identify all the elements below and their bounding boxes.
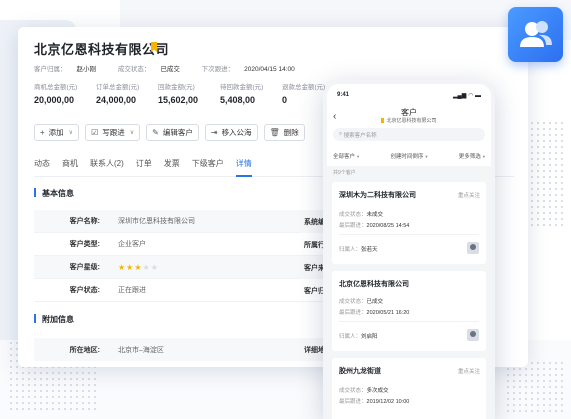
tab-invoices[interactable]: 发票 — [164, 155, 180, 177]
amount-payment: 回款金额(元) 15,602,00 — [158, 84, 199, 105]
table-row: 客户类型: 企业客户 — [34, 233, 324, 256]
list-item[interactable]: 深圳木为二科技有限公司 重点关注 成交状态：未成交 最后跟进：2020/08/2… — [332, 182, 486, 264]
star-icon: ★ — [118, 262, 127, 272]
meta-owner: 客户归属： 赵小刚 — [34, 66, 96, 73]
page-subtitle: 北京亿恩科技有限公司 — [327, 117, 491, 124]
chevron-down-icon: ∨ — [129, 130, 135, 136]
delete-button[interactable]: 🗑 删除 — [263, 124, 305, 141]
chevron-down-icon: ▾ — [357, 154, 360, 159]
meta-next-follow: 下次跟进： 2020/04/15 14:00 — [201, 66, 295, 73]
focus-badge: 重点关注 — [457, 193, 480, 199]
table-row: 所在地区: 北京市–海淀区 — [34, 338, 324, 361]
basic-info-table: 客户名称: 深圳市亿恩科技有限公司 客户类型: 企业客户 客户星级: ★★★★★ 客户… — [34, 210, 324, 302]
company-title: 北京亿恩科技有限公司 — [34, 42, 170, 57]
trash-icon: 🗑 — [269, 128, 280, 137]
add-button[interactable]: + 添加 ∨ — [34, 124, 80, 141]
star-icon: ★ — [134, 262, 143, 272]
tab-contacts[interactable]: 联系人(2) — [90, 155, 124, 177]
contacts-icon[interactable] — [508, 7, 563, 62]
status-icons: ▂▄▆ ◠ ▬ — [452, 93, 481, 99]
status-time: 9:41 — [337, 92, 350, 98]
tab-sub-customers[interactable]: 下级客户 — [192, 155, 224, 177]
filter-more[interactable]: 更多筛选 ▾ — [459, 152, 485, 160]
section-marker — [34, 314, 36, 323]
rating-stars: ★★★★★ — [106, 263, 159, 272]
chevron-down-icon: ▾ — [425, 154, 428, 159]
search-input[interactable]: ⌕ 搜索客户名称 — [333, 128, 485, 141]
tab-activity[interactable]: 动态 — [34, 155, 50, 177]
customer-count: 共9个客户 — [333, 170, 356, 176]
write-followup-button[interactable]: ☑ 写跟进 ∨ — [85, 124, 141, 141]
section-title-extra: 附加信息 — [42, 315, 74, 324]
bookmark-flag-icon — [381, 118, 385, 124]
star-icon: ★ — [142, 262, 151, 272]
customer-card-list: 深圳木为二科技有限公司 重点关注 成交状态：未成交 最后跟进：2020/08/2… — [327, 178, 491, 419]
chevron-down-icon: ▾ — [482, 154, 485, 159]
amount-order: 订单总金额(元) 24,000,00 — [96, 84, 140, 105]
list-item[interactable]: 北京亿恩科技有限公司 成交状态：已成交 最后跟进：2020/05/21 16:2… — [332, 271, 486, 351]
table-row: 客户状态: 正在跟进 — [34, 279, 324, 302]
dot-pattern — [505, 360, 565, 415]
move-in-icon: ⇥ — [210, 128, 218, 137]
section-title-basic: 基本信息 — [42, 189, 74, 198]
checkbox-icon: ☑ — [91, 128, 99, 137]
filter-all-customers[interactable]: 全部客户 ▾ — [333, 152, 359, 160]
amount-opportunity: 商机总金额(元) 20,000,00 — [34, 84, 78, 105]
focus-badge: 重点关注 — [457, 369, 480, 375]
move-to-pool-button[interactable]: ⇥ 移入公海 — [204, 124, 258, 141]
chevron-down-icon: ∨ — [68, 130, 74, 136]
edit-icon: ✎ — [152, 128, 159, 137]
table-row: 客户名称: 深圳市亿恩科技有限公司 — [34, 210, 324, 233]
avatar — [467, 242, 479, 254]
filter-sort[interactable]: 创建时间倒序 ▾ — [390, 152, 427, 160]
table-row: 客户星级: ★★★★★ — [34, 256, 324, 279]
mobile-customer-list: 9:41 ▂▄▆ ◠ ▬ ‹ 客户 北京亿恩科技有限公司 ⌕ 搜索客户名称 全部… — [323, 80, 495, 419]
meta-deal-status: 成交状态： 已成交 — [117, 66, 180, 73]
amount-summary: 商机总金额(元) 20,000,00 订单总金额(元) 24,000,00 回款金额… — [34, 81, 344, 105]
tab-details[interactable]: 详情 — [235, 155, 252, 177]
customer-meta: 客户归属： 赵小刚 成交状态： 已成交 下次跟进： 2020/04/15 14:00 — [34, 63, 315, 73]
edit-customer-button[interactable]: ✎ 编辑客户 — [146, 124, 199, 141]
list-item[interactable]: 胶州九龙街道 重点关注 成交状态：多次成交 最后跟进：2019/12/02 10… — [332, 358, 486, 419]
tab-orders[interactable]: 订单 — [136, 155, 152, 177]
star-icon: ★ — [150, 262, 159, 272]
section-marker — [34, 188, 36, 197]
plus-icon: + — [40, 128, 45, 137]
amount-pending: 待回款金额(元) 5,408,00 — [220, 84, 264, 105]
action-toolbar: + 添加 ∨ ☑ 写跟进 ∨ ✎ 编辑客户 ⇥ 移入公海 🗑 删除 — [34, 124, 311, 141]
filter-bar: 全部客户 ▾ 创建时间倒序 ▾ 更多筛选 ▾ — [333, 152, 485, 160]
tab-opportunity[interactable]: 商机 — [62, 155, 78, 177]
avatar — [467, 329, 479, 341]
